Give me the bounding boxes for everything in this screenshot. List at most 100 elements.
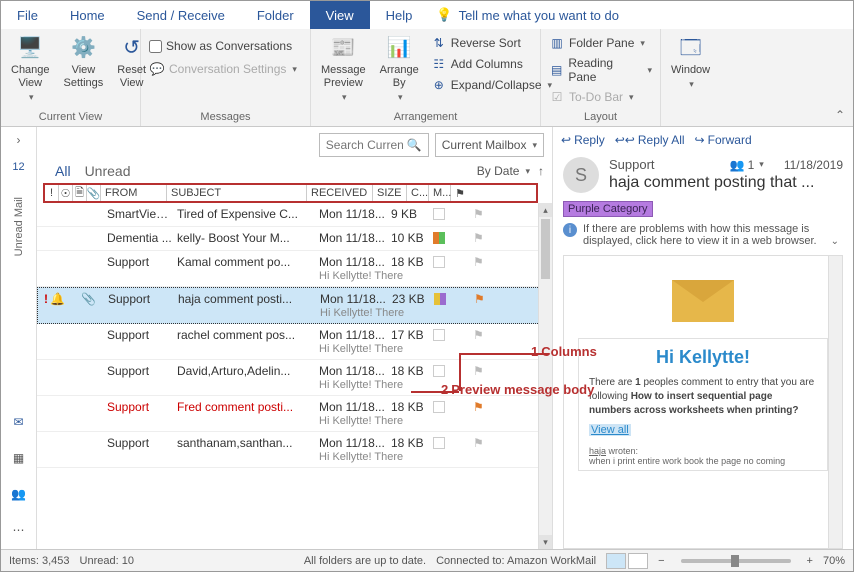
tab-file[interactable]: File bbox=[1, 1, 54, 29]
row-subject: David,Arturo,Adelin... bbox=[177, 364, 317, 378]
zoom-handle[interactable] bbox=[731, 555, 739, 567]
nav-calendar-icon[interactable]: ▦ bbox=[8, 449, 30, 467]
message-scrollbar[interactable]: ▴ ▾ bbox=[538, 203, 552, 549]
ribbon-collapse-button[interactable]: ⌃ bbox=[835, 108, 845, 122]
reverse-sort-button[interactable]: ⇅Reverse Sort bbox=[429, 34, 554, 52]
search-box[interactable]: 🔍 bbox=[319, 133, 429, 157]
filter-all[interactable]: All bbox=[55, 163, 71, 179]
arrange-by-button[interactable]: 📊Arrange By▾ bbox=[376, 32, 423, 105]
col-importance[interactable]: ! bbox=[45, 185, 59, 201]
row-preview-url bbox=[108, 307, 316, 319]
tab-send-receive[interactable]: Send / Receive bbox=[121, 1, 241, 29]
window-button[interactable]: 🗔Window▾ bbox=[667, 32, 714, 92]
col-icon[interactable]: 🗎 bbox=[73, 185, 87, 201]
category-tag[interactable]: Purple Category bbox=[563, 201, 653, 217]
row-size: 18 KB bbox=[391, 364, 427, 378]
column-headers[interactable]: ! ☉ 🗎 📎 FROM SUBJECT RECEIVED SIZE C... … bbox=[43, 183, 538, 203]
body-scrollbar[interactable] bbox=[828, 256, 842, 548]
ribbon: 🖥️Change View▾ ⚙️View Settings ↺Reset Vi… bbox=[1, 29, 853, 127]
row-flag[interactable]: ⚑ bbox=[473, 231, 487, 245]
nav-people-icon[interactable]: 👥 bbox=[8, 485, 30, 503]
row-preview-body: Hi Kellytte! There bbox=[319, 415, 403, 427]
view-normal-button[interactable] bbox=[606, 553, 626, 569]
tell-me-search[interactable]: 💡 Tell me what you want to do bbox=[436, 1, 619, 29]
col-received[interactable]: RECEIVED bbox=[307, 185, 373, 201]
reply-button[interactable]: ↩Reply bbox=[561, 133, 605, 147]
col-flag[interactable]: ⚑ bbox=[451, 185, 469, 201]
tab-help[interactable]: Help bbox=[370, 1, 429, 29]
tab-folder[interactable]: Folder bbox=[241, 1, 310, 29]
group-layout: Layout bbox=[547, 109, 654, 126]
attachment-icon: 📎 bbox=[81, 292, 96, 306]
row-received: Mon 11/18... bbox=[319, 328, 389, 342]
message-list-pane: 🔍 Current Mailbox▾ All Unread By Date ▾ … bbox=[37, 127, 553, 549]
filter-unread[interactable]: Unread bbox=[85, 163, 131, 179]
row-flag[interactable]: ⚑ bbox=[473, 207, 487, 221]
change-view-button[interactable]: 🖥️Change View▾ bbox=[7, 32, 54, 105]
todo-bar-button[interactable]: ☑To-Do Bar▾ bbox=[547, 88, 636, 106]
row-preview-body: Hi Kellytte! There bbox=[319, 343, 403, 355]
view-reading-button[interactable] bbox=[628, 553, 648, 569]
message-row[interactable]: SmartView ...Tired of Expensive C...Mon … bbox=[37, 203, 552, 227]
conversation-settings-button[interactable]: 💬Conversation Settings▾ bbox=[147, 60, 299, 78]
scroll-thumb[interactable] bbox=[541, 219, 550, 279]
tab-home[interactable]: Home bbox=[54, 1, 121, 29]
unread-mail-label[interactable]: Unread Mail bbox=[13, 197, 25, 256]
nav-mail-icon[interactable]: ✉ bbox=[8, 413, 30, 431]
expand-rail-button[interactable]: › bbox=[17, 133, 21, 147]
info-expand[interactable]: ⌄ bbox=[831, 236, 839, 247]
message-preview-button[interactable]: 📰Message Preview▾ bbox=[317, 32, 370, 105]
view-all-link[interactable]: View all bbox=[589, 424, 631, 436]
reply-all-button[interactable]: ↩↩Reply All bbox=[615, 133, 685, 147]
recipients-button[interactable]: 👥1▾ bbox=[730, 158, 764, 172]
tab-view[interactable]: View bbox=[310, 1, 370, 29]
scroll-up-button[interactable]: ▴ bbox=[539, 203, 552, 217]
col-mention[interactable]: M... bbox=[429, 185, 451, 201]
zoom-in-button[interactable]: + bbox=[807, 555, 813, 567]
col-attachment[interactable]: 📎 bbox=[87, 185, 101, 201]
row-subject: haja comment posti... bbox=[178, 292, 318, 306]
unread-count: 12 bbox=[12, 161, 24, 173]
view-settings-button[interactable]: ⚙️View Settings bbox=[60, 32, 108, 92]
scroll-down-button[interactable]: ▾ bbox=[539, 535, 552, 549]
row-from: Support bbox=[107, 436, 175, 450]
reading-pane-button[interactable]: ▤Reading Pane▾ bbox=[547, 55, 654, 85]
forward-button[interactable]: ↪Forward bbox=[695, 133, 752, 147]
sort-by-date[interactable]: By Date ▾ ↑ bbox=[477, 164, 544, 178]
search-icon[interactable]: 🔍 bbox=[407, 138, 422, 152]
expand-collapse-button[interactable]: ⊕Expand/Collapse▾ bbox=[429, 76, 554, 94]
col-categories[interactable]: C... bbox=[407, 185, 429, 201]
row-flag[interactable]: ⚑ bbox=[473, 400, 487, 414]
message-row[interactable]: !🔔📎Supporthaja comment posti...Mon 11/18… bbox=[37, 287, 552, 324]
row-flag[interactable]: ⚑ bbox=[473, 328, 487, 342]
message-row[interactable]: Dementia ...kelly- Boost Your M...Mon 11… bbox=[37, 227, 552, 251]
row-flag[interactable]: ⚑ bbox=[473, 436, 487, 450]
row-received: Mon 11/18... bbox=[319, 364, 389, 378]
folder-pane-button[interactable]: ▥Folder Pane▾ bbox=[547, 34, 647, 52]
reply-all-icon: ↩↩ bbox=[615, 133, 635, 147]
row-received: Mon 11/18... bbox=[319, 436, 389, 450]
col-reminder[interactable]: ☉ bbox=[59, 185, 73, 201]
row-flag[interactable]: ⚑ bbox=[473, 255, 487, 269]
row-flag[interactable]: ⚑ bbox=[474, 292, 488, 306]
show-conversations-checkbox[interactable]: Show as Conversations bbox=[147, 38, 294, 54]
col-from[interactable]: FROM bbox=[101, 185, 167, 201]
message-row[interactable]: Supportsanthanam,santhan...Mon 11/18...1… bbox=[37, 432, 552, 468]
col-subject[interactable]: SUBJECT bbox=[167, 185, 307, 201]
search-input[interactable] bbox=[326, 138, 403, 152]
message-row[interactable]: SupportDavid,Arturo,Adelin...Mon 11/18..… bbox=[37, 360, 552, 396]
message-row[interactable]: Supportrachel comment pos...Mon 11/18...… bbox=[37, 324, 552, 360]
zoom-slider[interactable] bbox=[681, 559, 791, 563]
search-scope-dropdown[interactable]: Current Mailbox▾ bbox=[435, 133, 544, 157]
row-subject: rachel comment pos... bbox=[177, 328, 317, 342]
nav-more-icon[interactable]: ⋯ bbox=[8, 521, 30, 539]
message-row[interactable]: SupportFred comment posti...Mon 11/18...… bbox=[37, 396, 552, 432]
col-size[interactable]: SIZE bbox=[373, 185, 407, 201]
info-bar[interactable]: i If there are problems with how this me… bbox=[563, 223, 843, 247]
row-preview-body: Hi Kellytte! There bbox=[319, 379, 403, 391]
add-columns-button[interactable]: ☷Add Columns bbox=[429, 55, 554, 73]
zoom-out-button[interactable]: − bbox=[658, 555, 664, 567]
row-flag[interactable]: ⚑ bbox=[473, 364, 487, 378]
row-received: Mon 11/18... bbox=[319, 400, 389, 414]
message-row[interactable]: SupportKamal comment po...Mon 11/18...18… bbox=[37, 251, 552, 287]
